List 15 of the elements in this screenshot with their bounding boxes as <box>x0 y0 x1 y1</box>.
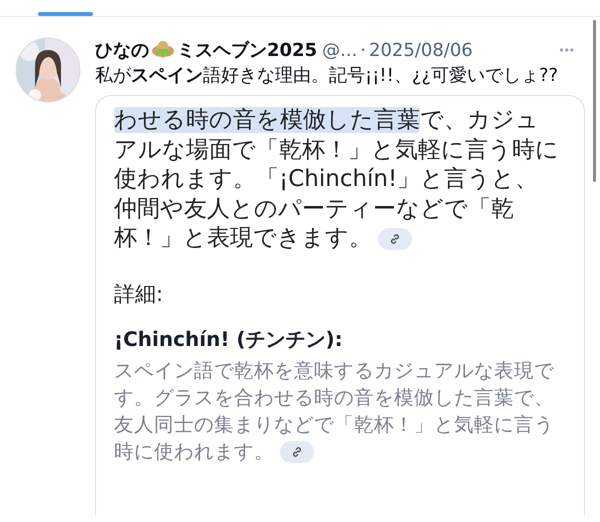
separator: · <box>360 40 366 60</box>
term-heading: ¡Chinchín! (チンチン): <box>114 326 344 352</box>
definition-text: スペイン語で乾杯を意味するカジュアルな表現です。グラスを合わせる時の音を模倣した言葉で、友人同士の集まりなどで「乾杯！」と気軽に言う時に使われます。 <box>114 358 555 464</box>
hat-icon <box>151 39 175 61</box>
author-name[interactable]: ミスヘブン2025 <box>177 38 318 62</box>
section-label: 詳細: <box>114 280 164 308</box>
link-icon[interactable] <box>378 228 412 250</box>
attached-screenshot[interactable]: わせる時の音を模倣した言葉で、カジュアルな場面で「乾杯！」と気軽に言う時に使われます。「¡Chinchín!」と言うと、仲間や友人とのパーティーなどで「乾杯！」と表現できます。 詳細: ¡Chinchín! (チンチン): スペイン語で乾杯を意味するカジュアルな表現です。グラスを合わせる時の音を模倣した言葉で、友人同士の集まりなどで「乾杯！」と気軽に言う時に使われます。 <box>95 95 585 515</box>
post-text: 私がスペイン語好きな理由。記号¡¡!!、¿¿可愛いでしょ?? <box>95 64 560 88</box>
link-icon[interactable] <box>280 441 314 464</box>
post-date[interactable]: 2025/08/06 <box>369 40 473 60</box>
answer-paragraph: わせる時の音を模倣した言葉で、カジュアルな場面で「乾杯！」と気軽に言う時に使われます。「¡Chinchín!」と言うと、仲間や友人とのパーティーなどで「乾杯！」と表現できます。 <box>114 106 559 253</box>
scrollbar[interactable] <box>593 20 596 182</box>
author-handle[interactable]: @... <box>322 40 358 60</box>
author-name[interactable]: ひなの <box>95 38 149 62</box>
